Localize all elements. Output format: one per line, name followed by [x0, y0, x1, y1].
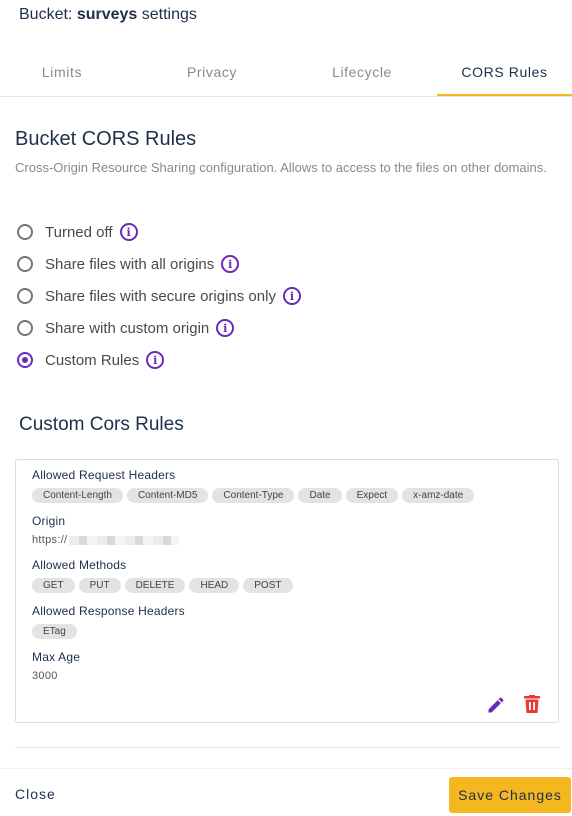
option-secure-origins[interactable]: Share files with secure origins only i [17, 285, 301, 307]
close-button[interactable]: Close [15, 786, 56, 802]
option-label: Turned off [45, 223, 113, 241]
settings-tabs: Limits Privacy Lifecycle CORS Rules [0, 56, 572, 97]
allowed-request-headers-label: Allowed Request Headers [32, 468, 176, 482]
option-label: Custom Rules [45, 351, 140, 369]
header-chip: x-amz-date [402, 488, 475, 503]
bucket-name: surveys [76, 6, 138, 23]
option-custom-origin[interactable]: Share with custom origin i [17, 317, 235, 339]
radio-button[interactable] [17, 256, 33, 272]
radio-button[interactable] [17, 320, 33, 336]
divider [15, 747, 559, 748]
delete-icon[interactable] [524, 695, 540, 713]
method-chip: PUT [78, 578, 121, 593]
radio-button[interactable] [17, 224, 33, 240]
option-custom-rules[interactable]: Custom Rules i [17, 349, 165, 371]
header-chip: Content-MD5 [126, 488, 209, 503]
origin-text: https:// [32, 534, 68, 546]
method-chip: GET [32, 578, 75, 593]
header-chip: Expect [345, 488, 399, 503]
info-icon[interactable]: i [282, 287, 301, 305]
title-suffix: settings [137, 6, 197, 23]
tab-lifecycle[interactable]: Lifecycle [287, 56, 437, 96]
max-age-value: 3000 [32, 670, 58, 682]
origin-label: Origin [32, 514, 66, 528]
allowed-response-headers-label: Allowed Response Headers [32, 604, 185, 618]
header-chip: Content-Type [212, 488, 295, 503]
option-label: Share with custom origin [45, 319, 210, 337]
header-chip: Content-Length [32, 488, 123, 503]
footer-divider [0, 768, 572, 769]
dialog-title: Bucket: surveys settings [19, 6, 197, 24]
radio-button[interactable] [17, 288, 33, 304]
info-icon[interactable]: i [216, 319, 235, 337]
option-turned-off[interactable]: Turned off i [17, 221, 138, 243]
allowed-response-headers-list: ETag [32, 624, 77, 639]
option-label: Share files with secure origins only [45, 287, 276, 305]
info-icon[interactable]: i [221, 255, 240, 273]
cors-description: Cross-Origin Resource Sharing configurat… [15, 160, 547, 175]
info-icon[interactable]: i [146, 351, 165, 369]
title-prefix: Bucket: [19, 6, 77, 23]
allowed-methods-label: Allowed Methods [32, 558, 127, 572]
tab-cors-rules[interactable]: CORS Rules [437, 56, 572, 96]
option-all-origins[interactable]: Share files with all origins i [17, 253, 240, 275]
method-chip: POST [243, 578, 293, 593]
origin-value: https:// [32, 534, 180, 546]
max-age-label: Max Age [32, 650, 81, 664]
method-chip: DELETE [124, 578, 186, 593]
custom-rules-heading: Custom Cors Rules [19, 414, 184, 435]
allowed-request-headers-list: Content-Length Content-MD5 Content-Type … [32, 488, 475, 503]
cors-rule-card: Allowed Request Headers Content-Length C… [15, 459, 559, 723]
cors-heading: Bucket CORS Rules [15, 128, 197, 150]
tab-limits[interactable]: Limits [0, 56, 137, 96]
header-chip: Date [298, 488, 342, 503]
option-label: Share files with all origins [45, 255, 215, 273]
edit-icon[interactable] [486, 695, 506, 715]
method-chip: HEAD [189, 578, 240, 593]
tab-privacy[interactable]: Privacy [137, 56, 287, 96]
redacted-domain [69, 535, 180, 545]
response-header-chip: ETag [32, 624, 77, 639]
save-changes-button[interactable]: Save Changes [449, 777, 571, 813]
allowed-methods-list: GET PUT DELETE HEAD POST [32, 578, 293, 593]
radio-button-checked[interactable] [17, 352, 33, 368]
info-icon[interactable]: i [119, 223, 138, 241]
